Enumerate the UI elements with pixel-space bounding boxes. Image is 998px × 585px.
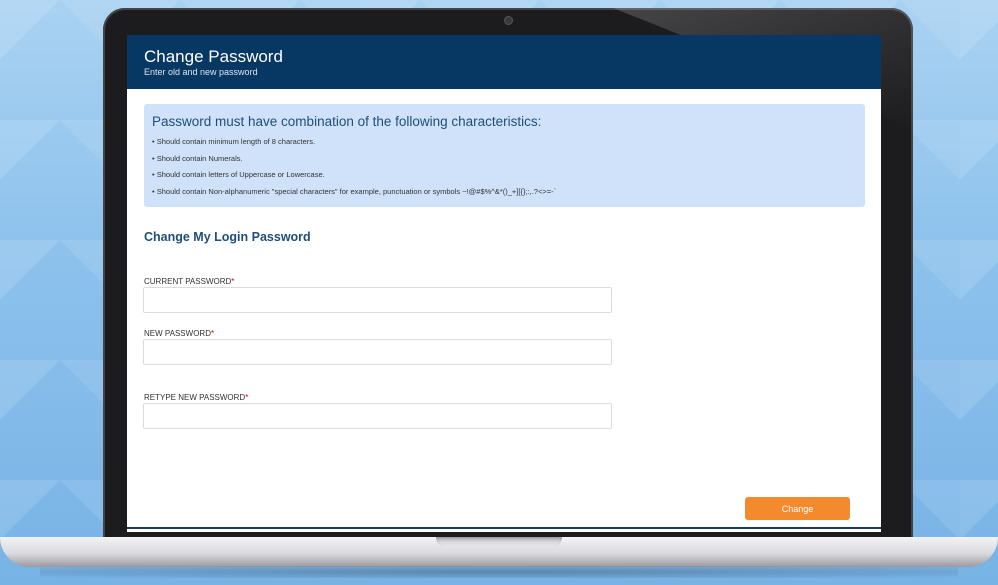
section-title: Change My Login Password — [144, 230, 311, 244]
laptop-screen: Change Password Enter old and new passwo… — [127, 35, 881, 532]
password-rule-item: Should contain Non-alphanumeric "special… — [152, 184, 556, 201]
new-password-input[interactable] — [143, 339, 612, 365]
password-rule-item: Should contain letters of Uppercase or L… — [152, 167, 556, 184]
password-rules-list: Should contain minimum length of 8 chara… — [152, 134, 556, 200]
password-rule-item: Should contain minimum length of 8 chara… — [152, 134, 556, 151]
page-subtitle: Enter old and new password — [144, 67, 258, 77]
new-password-label-text: NEW PASSWORD — [144, 329, 211, 338]
page-title: Change Password — [144, 47, 283, 66]
current-password-label: CURRENT PASSWORD* — [144, 277, 234, 286]
password-rules-title: Password must have combination of the fo… — [152, 114, 542, 129]
current-password-input[interactable] — [143, 287, 612, 313]
retype-password-label: RETYPE NEW PASSWORD* — [144, 393, 248, 402]
current-password-label-text: CURRENT PASSWORD — [144, 277, 232, 286]
camera-icon — [505, 17, 512, 24]
laptop-notch — [436, 537, 562, 547]
bottom-divider — [127, 527, 881, 529]
laptop-shadow — [40, 566, 958, 578]
password-rule-item: Should contain Numerals. — [152, 151, 556, 168]
retype-password-label-text: RETYPE NEW PASSWORD — [144, 393, 246, 402]
required-marker: * — [245, 393, 249, 402]
page-header: Change Password Enter old and new passwo… — [127, 35, 881, 89]
required-marker: * — [231, 277, 235, 286]
retype-password-input[interactable] — [143, 403, 612, 429]
change-button[interactable]: Change — [745, 497, 850, 520]
password-rules-box: Password must have combination of the fo… — [144, 104, 865, 207]
required-marker: * — [210, 329, 215, 338]
new-password-label: NEW PASSWORD* — [144, 329, 214, 338]
